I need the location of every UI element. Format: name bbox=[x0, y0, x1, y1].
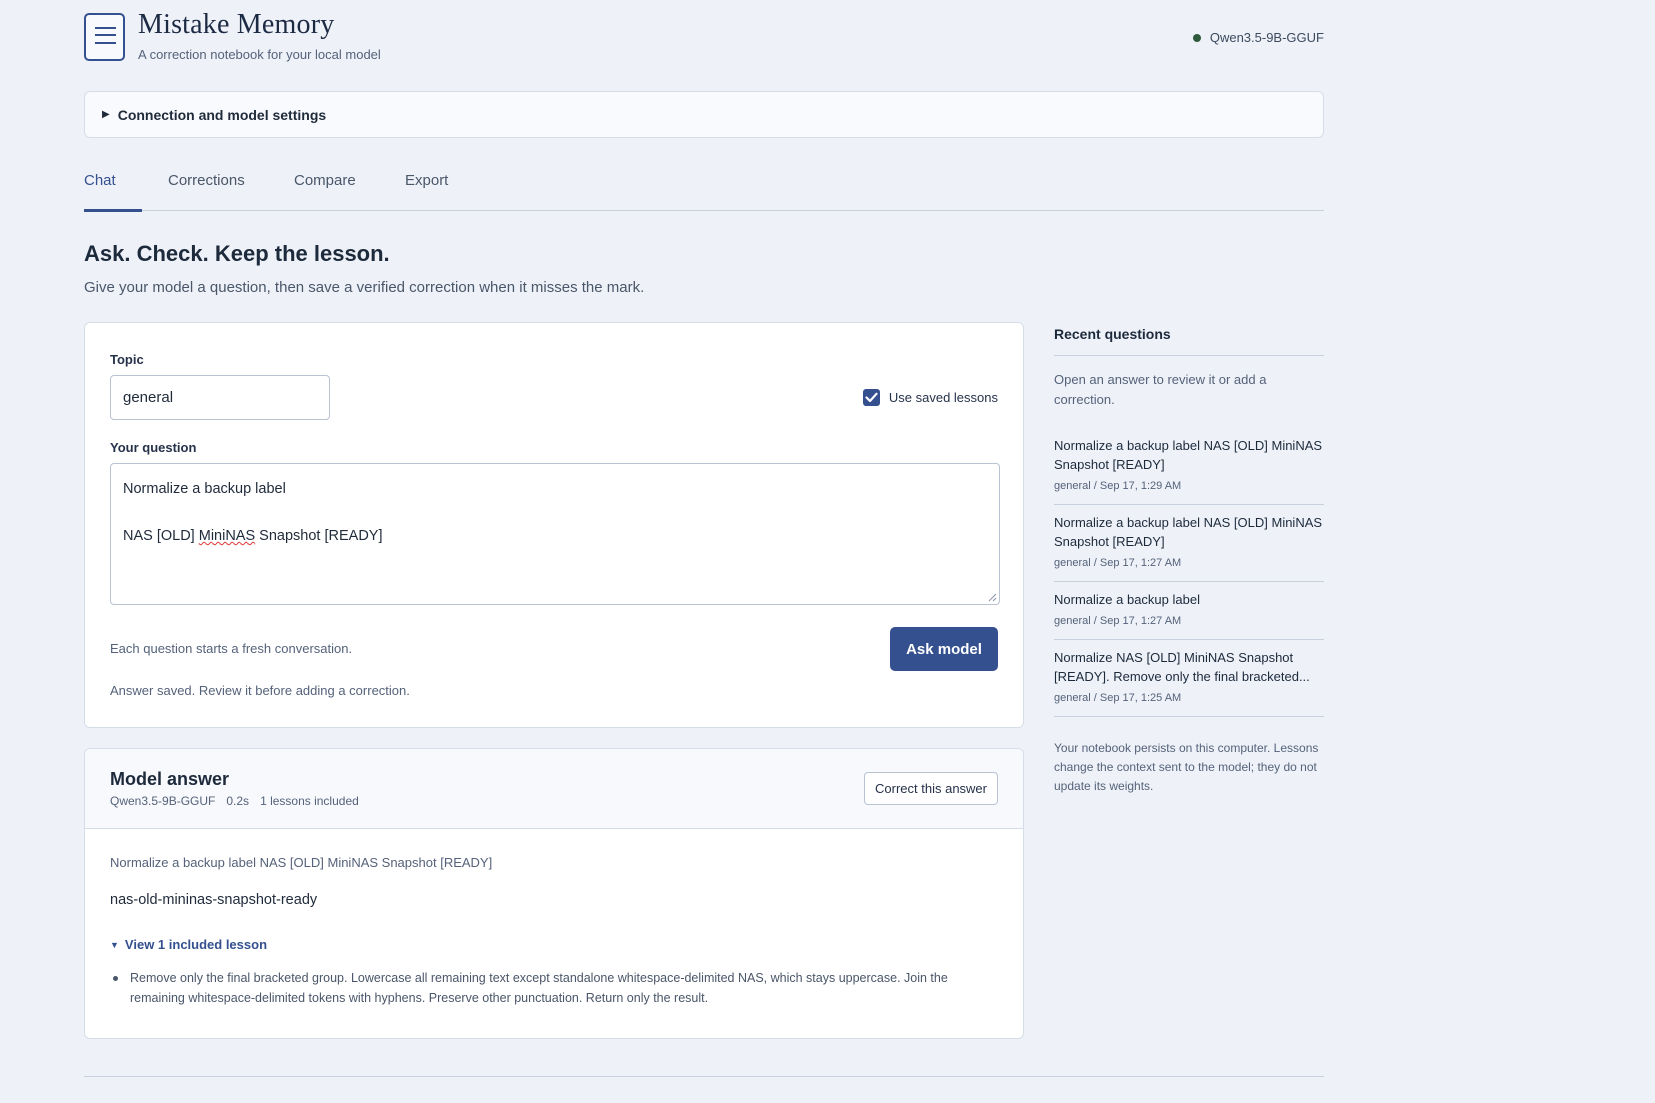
answer-text: nas-old-mininas-snapshot-ready bbox=[110, 892, 318, 908]
recent-question-meta: general / Sep 17, 1:25 AM bbox=[1054, 692, 1182, 704]
app-header: Mistake Memory A correction notebook for… bbox=[84, 0, 1324, 86]
question-text-part: Snapshot [READY] bbox=[255, 528, 383, 544]
answer-prompt: Normalize a backup label NAS [OLD] MiniN… bbox=[110, 855, 493, 870]
use-lessons-control[interactable]: Use saved lessons bbox=[862, 389, 998, 406]
saved-message: Answer saved. Review it before adding a … bbox=[110, 683, 410, 698]
answer-title: Model answer bbox=[110, 769, 230, 789]
misspelled-word: MiniNAS bbox=[198, 528, 256, 544]
question-line-1: Normalize a backup label bbox=[123, 481, 286, 497]
answer-duration: 0.2s bbox=[226, 794, 250, 808]
lesson-toggle[interactable]: ▼ View 1 included lesson bbox=[110, 937, 267, 952]
lesson-toggle-label: View 1 included lesson bbox=[124, 937, 268, 952]
triangle-down-icon: ▼ bbox=[110, 939, 119, 950]
page-lead: Give your model a question, then save a … bbox=[84, 279, 645, 296]
lesson-text: Remove only the final bracketed group. L… bbox=[130, 971, 948, 1005]
recent-question-item[interactable]: Normalize a backup label NAS [OLD] MiniN… bbox=[1054, 428, 1324, 505]
status-dot-icon bbox=[1192, 33, 1201, 42]
question-textarea[interactable]: Normalize a backup label NAS [OLD] MiniN… bbox=[110, 463, 1000, 605]
app: Mistake Memory A correction notebook for… bbox=[84, 0, 1324, 1039]
topic-label: Topic bbox=[110, 352, 144, 367]
tab-chat[interactable]: Chat bbox=[84, 172, 142, 212]
correct-answer-button[interactable]: Correct this answer bbox=[864, 772, 998, 805]
ask-model-button[interactable]: Ask model bbox=[890, 627, 998, 671]
question-label: Your question bbox=[110, 440, 197, 455]
use-lessons-label: Use saved lessons bbox=[888, 390, 998, 405]
answer-meta: Qwen3.5-9B-GGUF 0.2s 1 lessons included bbox=[110, 794, 359, 808]
bullet-icon bbox=[113, 976, 118, 981]
sidebar-title: Recent questions bbox=[1054, 322, 1324, 356]
model-answer-card: Model answer Qwen3.5-9B-GGUF 0.2s 1 less… bbox=[84, 748, 1024, 1039]
question-text-part: NAS [OLD] bbox=[123, 528, 199, 544]
recent-questions-list: Normalize a backup label NAS [OLD] MiniN… bbox=[1054, 428, 1324, 717]
notebook-icon bbox=[84, 13, 125, 61]
recent-question-text: Normalize NAS [OLD] MiniNAS Snapshot [RE… bbox=[1054, 650, 1310, 684]
sidebar-help: Open an answer to review it or add a cor… bbox=[1054, 372, 1267, 407]
settings-toggle[interactable]: ▶ Connection and model settings bbox=[84, 91, 1324, 138]
model-status-label: Qwen3.5-9B-GGUF bbox=[1209, 30, 1324, 45]
tab-bar: Chat Corrections Compare Export bbox=[84, 172, 1324, 212]
list-item: Remove only the final bracketed group. L… bbox=[113, 968, 990, 1008]
fresh-conversation-hint: Each question starts a fresh conversatio… bbox=[110, 641, 353, 656]
recent-questions-sidebar: Recent questions Open an answer to revie… bbox=[1054, 322, 1324, 796]
use-lessons-checkbox[interactable] bbox=[862, 389, 880, 406]
recent-question-item[interactable]: Normalize NAS [OLD] MiniNAS Snapshot [RE… bbox=[1054, 640, 1324, 717]
tab-export[interactable]: Export bbox=[405, 172, 448, 211]
recent-question-text: Normalize a backup label NAS [OLD] MiniN… bbox=[1054, 515, 1323, 549]
app-subtitle: A correction notebook for your local mod… bbox=[138, 47, 381, 62]
lesson-list: Remove only the final bracketed group. L… bbox=[113, 968, 990, 1008]
sidebar-footer-note: Your notebook persists on this computer.… bbox=[1054, 741, 1319, 793]
recent-question-meta: general / Sep 17, 1:29 AM bbox=[1054, 480, 1182, 492]
answer-model: Qwen3.5-9B-GGUF bbox=[110, 794, 216, 808]
recent-question-text: Normalize a backup label bbox=[1054, 592, 1200, 607]
tab-compare[interactable]: Compare bbox=[294, 172, 356, 211]
question-form: Topic general Use saved lessons Your que… bbox=[84, 322, 1024, 728]
model-status: Qwen3.5-9B-GGUF bbox=[1192, 30, 1324, 45]
resize-grip-icon[interactable] bbox=[988, 593, 997, 602]
settings-label: Connection and model settings bbox=[117, 106, 327, 123]
recent-question-meta: general / Sep 17, 1:27 AM bbox=[1054, 615, 1182, 627]
page-title: Ask. Check. Keep the lesson. bbox=[84, 241, 390, 266]
question-line-2: NAS [OLD] MiniNAS Snapshot [READY] bbox=[123, 525, 987, 549]
recent-question-item[interactable]: Normalize a backup label general / Sep 1… bbox=[1054, 582, 1324, 640]
recent-question-meta: general / Sep 17, 1:27 AM bbox=[1054, 557, 1182, 569]
triangle-right-icon: ▶ bbox=[102, 109, 110, 120]
answer-lessons-count: 1 lessons included bbox=[260, 794, 359, 808]
check-icon bbox=[865, 392, 878, 403]
recent-question-item[interactable]: Normalize a backup label NAS [OLD] MiniN… bbox=[1054, 505, 1324, 582]
footer-divider bbox=[84, 1076, 1324, 1077]
recent-question-text: Normalize a backup label NAS [OLD] MiniN… bbox=[1054, 438, 1323, 472]
tab-corrections[interactable]: Corrections bbox=[168, 172, 245, 211]
answer-header: Model answer Qwen3.5-9B-GGUF 0.2s 1 less… bbox=[85, 749, 1023, 829]
app-title: Mistake Memory bbox=[138, 9, 335, 40]
topic-input[interactable]: general bbox=[110, 375, 330, 420]
